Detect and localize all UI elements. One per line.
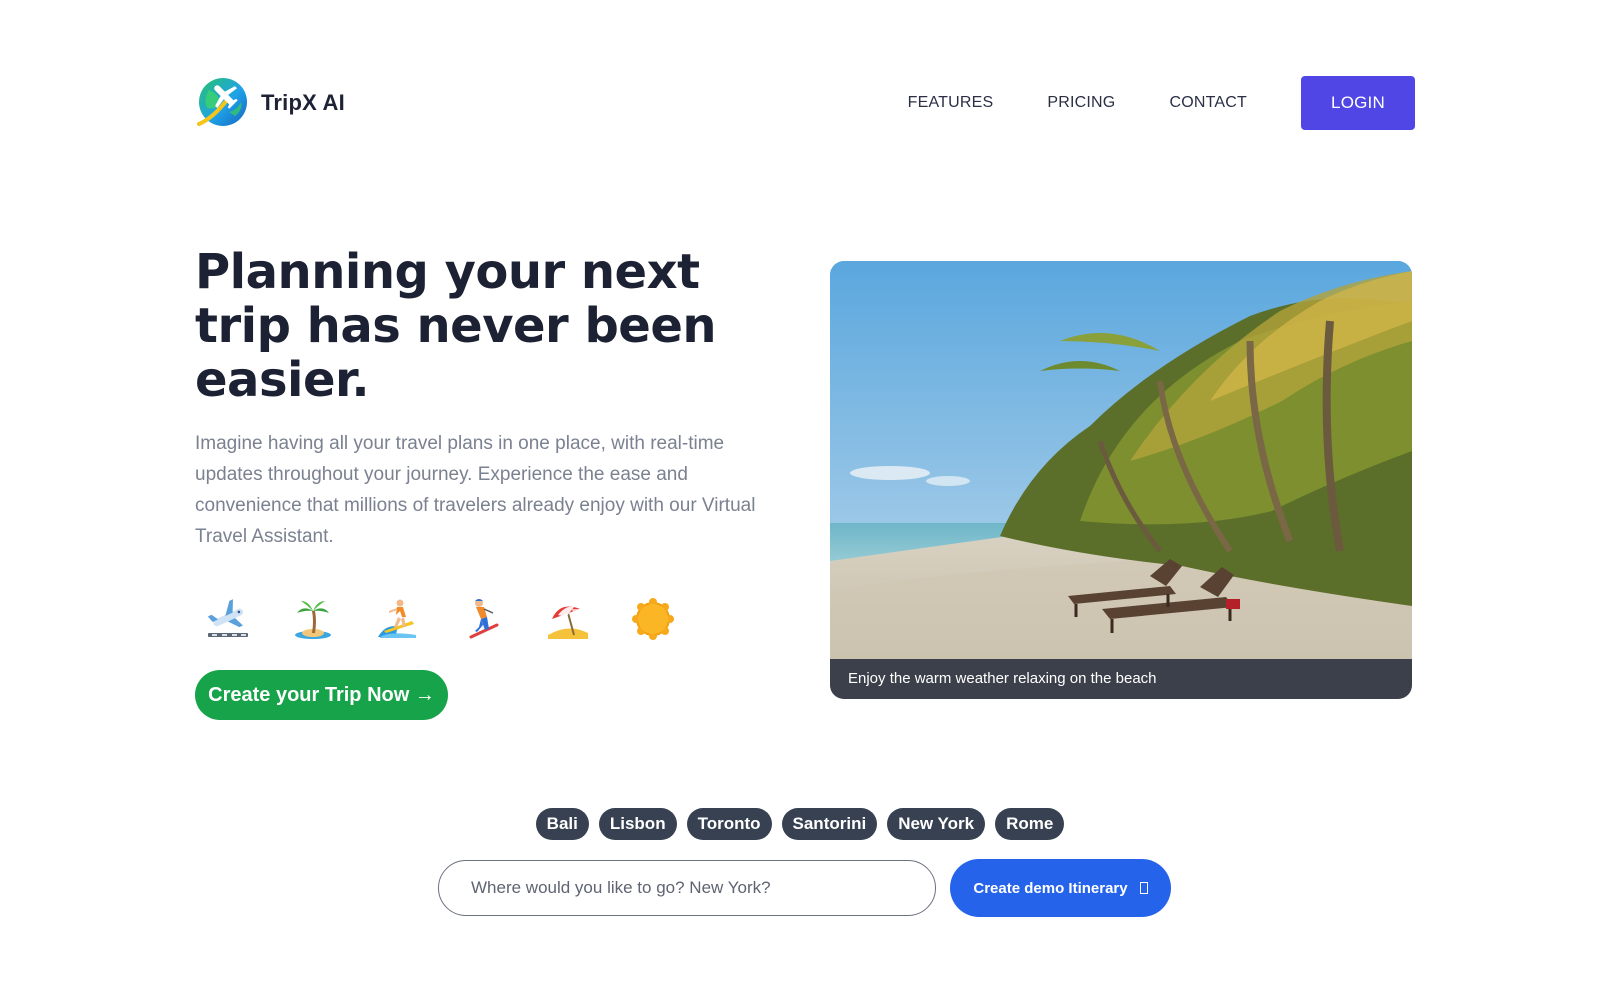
- palm-island-icon: [290, 596, 336, 642]
- missing-glyph-icon: [1139, 882, 1148, 894]
- demo-button-label: Create demo Itinerary: [973, 879, 1128, 897]
- hero-description: Imagine having all your travel plans in …: [195, 433, 756, 547]
- nav-pricing-link[interactable]: PRICING: [1047, 94, 1115, 112]
- skier-icon: [460, 596, 506, 642]
- airplane-departure-icon: [205, 596, 251, 642]
- chip-toronto[interactable]: Toronto: [686, 808, 772, 840]
- search-row: Create demo Itinerary: [438, 859, 1171, 917]
- brand-name: TripX AI: [261, 90, 345, 115]
- brand[interactable]: TripX AI: [195, 76, 345, 130]
- create-demo-itinerary-button[interactable]: Create demo Itinerary: [950, 859, 1171, 917]
- login-button[interactable]: LOGIN: [1301, 76, 1415, 130]
- globe-plane-logo-icon: [197, 78, 247, 126]
- destination-chips: Bali Lisbon Toronto Santorini New York R…: [0, 808, 1600, 840]
- beach-photo-card: Enjoy the warm weather relaxing on the b…: [830, 261, 1412, 699]
- beach-umbrella-icon: [545, 596, 591, 642]
- chip-new-york[interactable]: New York: [887, 808, 986, 840]
- sun-icon: [630, 596, 676, 642]
- hero-title: Planning your next trip has never been e…: [195, 244, 717, 408]
- nav-contact-link[interactable]: CONTACT: [1169, 94, 1247, 112]
- chip-bali[interactable]: Bali: [535, 808, 589, 840]
- main-nav: FEATURES PRICING CONTACT LOGIN: [908, 76, 1415, 130]
- chip-santorini[interactable]: Santorini: [781, 808, 878, 840]
- activity-emoji-row: [205, 596, 715, 642]
- beach-photo: [830, 261, 1412, 699]
- nav-features-link[interactable]: FEATURES: [908, 94, 994, 112]
- chip-rome[interactable]: Rome: [995, 808, 1065, 840]
- destination-search-input[interactable]: [438, 860, 936, 916]
- create-trip-button[interactable]: Create your Trip Now →: [195, 670, 448, 720]
- surfer-icon: [375, 596, 421, 642]
- photo-caption: Enjoy the warm weather relaxing on the b…: [830, 659, 1412, 699]
- site-header: TripX AI FEATURES PRICING CONTACT LOGIN: [195, 76, 1415, 130]
- chip-lisbon[interactable]: Lisbon: [598, 808, 677, 840]
